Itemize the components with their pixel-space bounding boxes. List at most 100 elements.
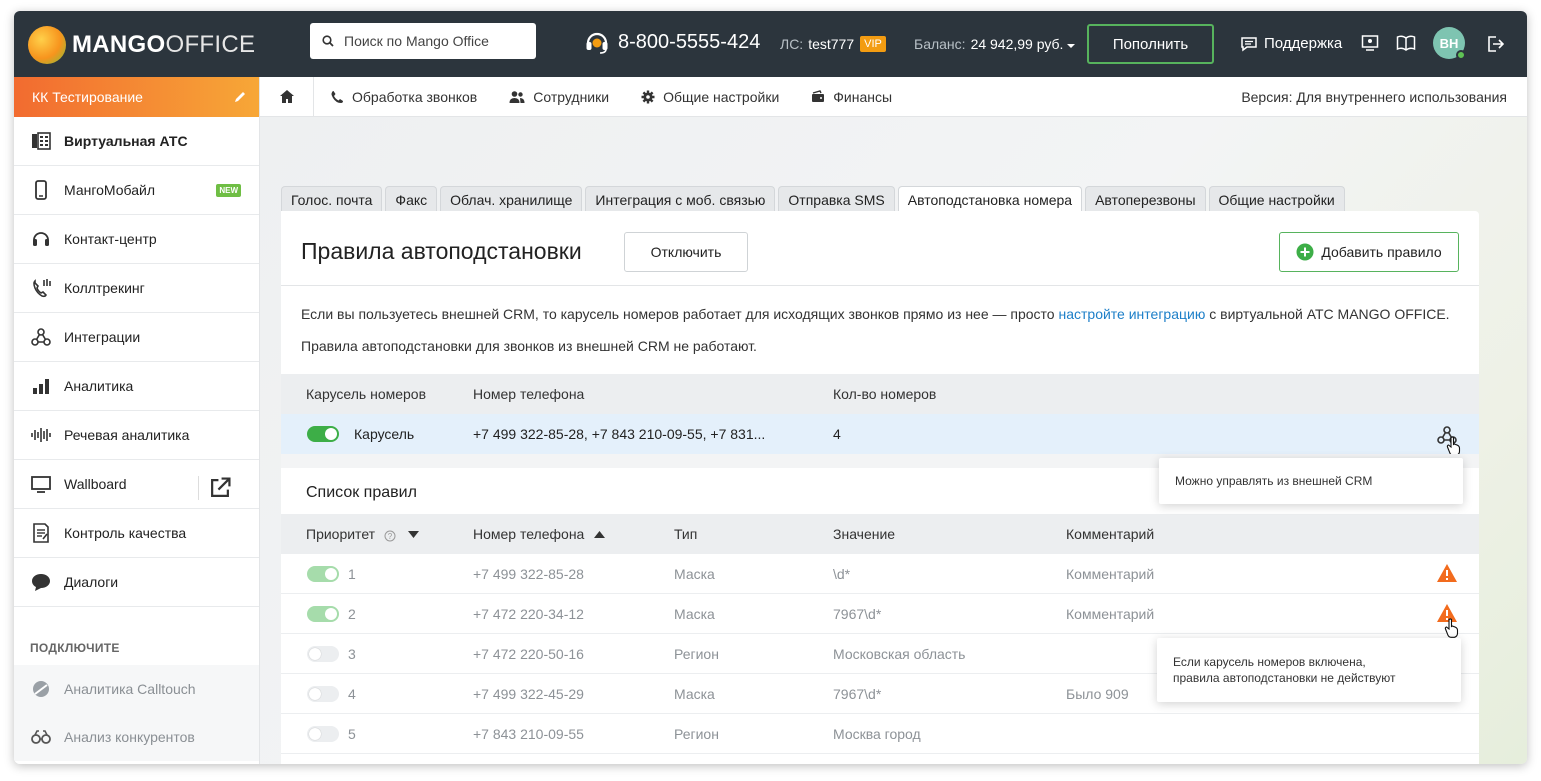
table-row[interactable]: 1 +7 499 322-85-28 Маска \d* Комментарий [281,554,1479,594]
rule-toggle[interactable] [307,686,339,702]
top-header: MANGOOFFICE Поиск по Mango Office 8-800-… [14,11,1527,77]
phone-icon [331,90,343,103]
tab-mobile-integration[interactable]: Интеграция с моб. связью [585,186,776,212]
nav-item-label: Финансы [833,88,893,105]
column-header-type[interactable]: Тип [674,526,697,542]
pbx-icon [32,132,51,150]
pencil-icon[interactable] [233,90,247,104]
rule-value: \d* [833,566,851,582]
column-header-value[interactable]: Значение [833,526,895,542]
column-header-comment[interactable]: Комментарий [1066,526,1154,542]
search-input[interactable]: Поиск по Mango Office [310,23,536,59]
carousel-row[interactable]: Карусель +7 499 322-85-28, +7 843 210-09… [281,414,1479,456]
user-avatar[interactable]: ВН [1433,27,1466,60]
tab-fax[interactable]: Факс [385,186,438,212]
webhook-icon [31,328,51,346]
sidebar-item-competitors[interactable]: Анализ конкурентов [14,713,259,761]
carousel-toggle[interactable] [307,426,339,442]
rule-toggle[interactable] [307,726,339,742]
calltouch-icon [33,681,49,697]
phone-number: 8-800-5555-424 [618,30,761,53]
sort-desc-icon[interactable] [408,531,419,538]
account-id: ЛС: test777 VIP [780,36,886,52]
logo-ball-icon [28,26,66,64]
external-link-icon[interactable] [209,477,231,499]
rule-comment: Было 909 [1066,686,1129,702]
nav-item-finance[interactable]: Финансы [811,89,892,105]
speech-bubble-icon [32,574,50,591]
tab-cloud-storage[interactable]: Облач. хранилище [440,186,583,212]
tab-auto-callback[interactable]: Автоперезвоны [1085,186,1206,212]
rule-priority: 4 [348,686,356,702]
rule-toggle[interactable] [307,606,339,622]
balance[interactable]: Баланс: 24 942,99 руб. [914,36,1076,52]
table-row[interactable]: 2 +7 472 220-34-12 Маска 7967\d* Коммент… [281,594,1479,638]
nav-item-call-handling[interactable]: Обработка звонков [330,89,477,105]
rule-value: Московская область [833,646,966,662]
settings-tabs: Голос. почта Факс Облач. хранилище Интег… [281,186,1348,213]
home-icon [279,90,294,103]
screen-share-icon[interactable] [1361,34,1379,52]
sidebar-item-label: Коллтрекинг [64,280,145,296]
sidebar-item-calltouch[interactable]: Аналитика Calltouch [14,665,259,713]
logo[interactable]: MANGOOFFICE [28,26,255,64]
table-row[interactable]: 5 +7 843 210-09-55 Регион Москва город [281,714,1479,754]
sidebar-item-speech-analytics[interactable]: Речевая аналитика [14,411,259,460]
sidebar-item-analytics[interactable]: Аналитика [14,362,259,411]
sort-asc-icon[interactable] [594,531,605,538]
support-link[interactable]: Поддержка [1240,35,1342,52]
sidebar-item-label: Контакт-центр [64,231,157,247]
rule-priority: 5 [348,726,356,742]
warning-icon[interactable] [1436,563,1458,583]
sidebar-item-integrations[interactable]: Интеграции [14,313,259,362]
column-header: Карусель номеров [306,386,427,402]
rule-toggle[interactable] [307,566,339,582]
wallet-icon [812,90,825,102]
column-header-priority[interactable]: Приоритет [306,526,375,542]
rule-comment: Комментарий [1066,606,1155,622]
column-header-phone[interactable]: Номер телефона [473,526,584,542]
tab-voicemail[interactable]: Голос. почта [281,186,383,212]
nav-item-general-settings[interactable]: Общие настройки [641,89,779,105]
sidebar-item-mangomobile[interactable]: МангоМобайл NEW [14,166,259,215]
users-icon [509,90,525,103]
tab-auto-substitution[interactable]: Автоподстановка номера [897,186,1083,213]
rule-toggle[interactable] [307,646,339,662]
carousel-name: Карусель [354,426,415,442]
rule-phone: +7 472 220-50-16 [473,646,584,662]
carousel-count: 4 [833,426,841,442]
rule-priority: 3 [348,646,356,662]
tab-sms[interactable]: Отправка SMS [778,186,895,212]
rule-priority: 2 [348,606,356,622]
crm-info-text: Если вы пользуетесь внешней CRM, то кару… [301,306,1450,322]
setup-integration-link[interactable]: настройте интеграцию [1058,306,1205,322]
sidebar-item-contact-center[interactable]: Контакт-центр [14,215,259,264]
sidebar-item-vats[interactable]: Виртуальная АТС [14,117,259,166]
company-selector[interactable]: КК Тестирование [14,77,259,117]
add-rule-button[interactable]: Добавить правило [1279,232,1459,272]
nav-item-employees[interactable]: Сотрудники [509,89,609,105]
rule-value: Москва город [833,726,921,742]
rule-value: 7967\d* [833,606,882,622]
rule-type: Маска [674,606,715,622]
home-button[interactable] [260,76,314,117]
tab-general-settings[interactable]: Общие настройки [1208,186,1345,212]
sidebar-item-dialogs[interactable]: Диалоги [14,558,259,607]
support-label: Поддержка [1264,35,1343,52]
column-header: Кол-во номеров [833,386,937,402]
logo-word-bold: MANGO [72,31,166,58]
sidebar-item-label: Аналитика Calltouch [64,681,196,697]
sidebar-item-wallboard[interactable]: Wallboard [14,460,259,509]
sidebar-item-quality-control[interactable]: Контроль качества [14,509,259,558]
book-icon[interactable] [1396,34,1416,52]
nav-item-label: Сотрудники [533,88,610,105]
rule-phone: +7 499 322-45-29 [473,686,584,702]
carousel-warning-tooltip: Если карусель номеров включена, правила … [1157,638,1461,702]
svg-text:?: ? [388,532,393,541]
topup-button[interactable]: Пополнить [1087,24,1214,64]
logout-icon[interactable] [1486,35,1504,53]
disable-button[interactable]: Отключить [624,232,748,272]
support-phone[interactable]: 8-800-5555-424 [584,29,760,55]
sidebar-item-calltracking[interactable]: Коллтрекинг [14,264,259,313]
help-icon[interactable]: ? [384,530,396,542]
